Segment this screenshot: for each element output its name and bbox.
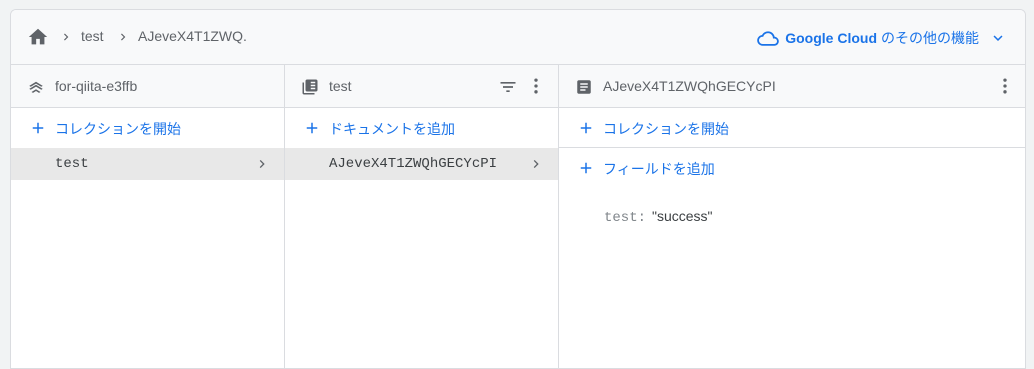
document-list-item[interactable]: AJeveX4T1ZWQhGECYcPI [285,148,558,180]
more-vert-icon[interactable] [995,76,1015,96]
chevron-right-icon [64,33,69,41]
project-column-header: for-qiita-e3ffb [11,65,284,108]
start-subcollection-button[interactable]: コレクションを開始 [559,108,1025,148]
start-collection-button[interactable]: コレクションを開始 [11,108,284,148]
collection-title: test [329,78,352,94]
chevron-down-icon [993,35,1003,41]
add-document-button[interactable]: ドキュメントを追加 [285,108,558,148]
field-value: "success" [652,208,713,224]
plus-icon [32,122,44,134]
document-column: AJeveX4T1ZWQhGECYcPI コレクションを開始 フィールドを追加 … [559,65,1025,368]
breadcrumb-bar: test AJeveX4T1ZWQ. Google Cloud のその他の機能 [11,10,1025,65]
firestore-stack-icon [29,81,43,93]
chevron-right-icon [533,160,539,168]
filter-icon[interactable] [498,77,518,97]
breadcrumb-collection[interactable]: test [81,28,104,44]
breadcrumb-document[interactable]: AJeveX4T1ZWQ. [138,28,247,44]
collection-column: test ドキュメントを追加 AJeveX4T1ZWQhGECYcPI [285,65,559,368]
more-features-label: のその他の機能 [881,30,979,46]
document-id: AJeveX4T1ZWQhGECYcPI [329,156,498,172]
document-title: AJeveX4T1ZWQhGECYcPI [603,78,776,94]
plus-icon [580,122,592,134]
more-vert-icon[interactable] [526,76,546,96]
plus-icon [580,162,592,174]
home-icon[interactable] [27,26,49,48]
firestore-panel: test AJeveX4T1ZWQ. Google Cloud のその他の機能 … [10,9,1026,369]
cloud-icon [757,31,780,46]
plus-icon [306,122,318,134]
project-column: for-qiita-e3ffb コレクションを開始 test [11,65,285,368]
collection-list-item[interactable]: test [11,148,284,180]
field-key: test: [604,210,647,226]
chevron-right-icon [259,160,265,168]
project-title: for-qiita-e3ffb [55,78,138,94]
google-cloud-more-features-button[interactable]: Google Cloud のその他の機能 [757,25,1007,51]
document-column-header: AJeveX4T1ZWQhGECYcPI [559,65,1025,108]
add-document-label: ドキュメントを追加 [329,121,455,137]
document-field[interactable]: test: "success" [604,208,713,226]
start-subcollection-label: コレクションを開始 [603,121,729,137]
collection-name: test [55,156,89,172]
collection-icon [302,79,318,95]
add-field-label: フィールドを追加 [603,161,715,177]
add-field-button[interactable]: フィールドを追加 [559,148,1025,188]
collection-column-header: test [285,65,558,108]
chevron-right-icon [121,33,126,41]
google-cloud-label: Google Cloud [785,30,877,46]
document-icon [577,80,591,94]
start-collection-label: コレクションを開始 [55,121,181,137]
